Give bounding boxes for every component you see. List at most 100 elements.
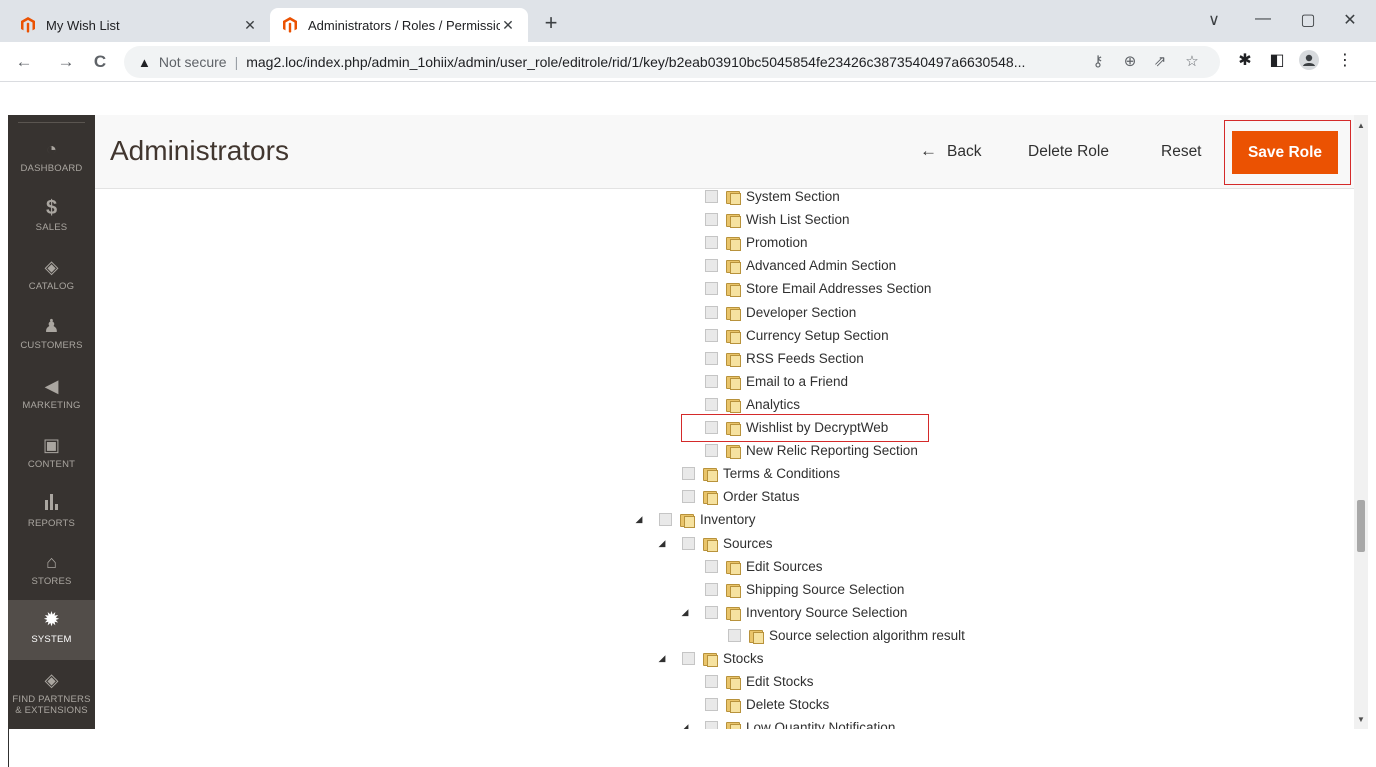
permission-checkbox[interactable]	[705, 443, 718, 457]
tree-node[interactable]: Wish List Section	[705, 209, 850, 229]
reset-button[interactable]: Reset	[1161, 143, 1202, 161]
permission-checkbox[interactable]	[682, 651, 695, 665]
sidebar-item-sales[interactable]: $ SALES	[8, 188, 95, 248]
tree-node[interactable]: Developer Section	[705, 302, 856, 322]
permission-checkbox[interactable]	[705, 189, 718, 203]
permission-checkbox[interactable]	[705, 281, 718, 295]
delete-role-button[interactable]: Delete Role	[1028, 143, 1109, 161]
permission-checkbox[interactable]	[705, 235, 718, 249]
permission-checkbox[interactable]	[705, 328, 718, 342]
sidebar-item-customers[interactable]: ♟ CUSTOMERS	[8, 306, 95, 366]
tree-node[interactable]: Terms & Conditions	[682, 463, 840, 483]
address-bar[interactable]: ▲ Not secure | mag2.loc/index.php/admin_…	[124, 46, 1220, 78]
expand-arrow-icon[interactable]: ◢	[657, 538, 667, 549]
scrollbar-thumb[interactable]	[1357, 500, 1365, 552]
permission-checkbox[interactable]	[705, 674, 718, 688]
new-tab-button[interactable]: +	[540, 12, 562, 34]
sidebar-item-stores[interactable]: ⌂ STORES	[8, 542, 95, 602]
tree-node[interactable]: Advanced Admin Section	[705, 255, 896, 275]
tree-node[interactable]: ◢ Inventory Source Selection	[682, 602, 907, 622]
star-icon[interactable]: ☆	[1182, 52, 1202, 70]
sidebar-item-system[interactable]: ✹ SYSTEM	[8, 600, 95, 660]
page-scrollbar[interactable]: ▲ ▼	[1354, 115, 1368, 729]
forward-arrow-icon[interactable]: →	[54, 50, 78, 74]
permission-checkbox[interactable]	[682, 489, 695, 503]
reload-icon[interactable]: C	[88, 50, 112, 74]
permission-checkbox[interactable]	[705, 397, 718, 411]
window-close-icon[interactable]: ✕	[1340, 10, 1360, 30]
tree-node[interactable]: Source selection algorithm result	[728, 625, 965, 645]
permission-checkbox[interactable]	[705, 605, 718, 619]
tree-node[interactable]: ◢ Stocks	[659, 648, 764, 668]
expand-arrow-icon[interactable]: ◢	[680, 607, 690, 618]
permission-checkbox[interactable]	[705, 305, 718, 319]
url-text[interactable]: mag2.loc/index.php/admin_1ohiix/admin/us…	[246, 54, 1096, 70]
tab-close-icon[interactable]: ✕	[242, 17, 258, 34]
scroll-up-arrow-icon[interactable]: ▲	[1356, 121, 1366, 130]
megaphone-icon: ◀	[44, 376, 59, 396]
back-button[interactable]: Back	[947, 143, 981, 161]
tree-node-label: Low Quantity Notification	[746, 719, 896, 730]
profile-avatar-icon[interactable]	[1298, 50, 1320, 75]
scroll-down-arrow-icon[interactable]: ▼	[1356, 715, 1366, 724]
sidebar-item-catalog[interactable]: ◈ CATALOG	[8, 247, 95, 307]
permission-checkbox[interactable]	[728, 628, 741, 642]
tree-node[interactable]: Edit Sources	[705, 556, 823, 576]
expand-arrow-icon[interactable]: ◢	[634, 514, 644, 525]
tree-node[interactable]: Promotion	[705, 232, 808, 252]
tab-search-icon[interactable]: ∨	[1204, 10, 1224, 30]
permission-checkbox[interactable]	[705, 374, 718, 388]
maximize-icon[interactable]: ▢	[1298, 10, 1318, 30]
expand-arrow-icon[interactable]: ◢	[657, 653, 667, 664]
tree-node[interactable]: System Section	[705, 186, 840, 206]
tree-node[interactable]: Email to a Friend	[705, 371, 848, 391]
minimize-icon[interactable]: —	[1253, 10, 1273, 28]
tab-administrators-roles[interactable]: Administrators / Roles / Permissic ✕	[270, 8, 528, 42]
tree-node[interactable]: RSS Feeds Section	[705, 348, 864, 368]
back-arrow-icon[interactable]: ←	[920, 141, 937, 161]
tree-node[interactable]: Order Status	[682, 486, 800, 506]
warning-triangle-icon[interactable]: ▲	[138, 55, 151, 70]
permission-checkbox[interactable]	[705, 720, 718, 729]
tree-node[interactable]: Currency Setup Section	[705, 325, 889, 345]
permission-checkbox[interactable]	[682, 466, 695, 480]
permission-checkbox[interactable]	[705, 258, 718, 272]
permission-checkbox[interactable]	[705, 559, 718, 573]
expand-arrow-icon[interactable]: ◢	[680, 722, 690, 730]
sidebar-item-dashboard[interactable]: ◔ DASHBOARD	[8, 129, 95, 189]
more-menu-icon[interactable]: ⋮	[1334, 50, 1356, 70]
tree-node-label: Wish List Section	[746, 211, 850, 227]
tab-close-icon[interactable]: ✕	[500, 17, 516, 34]
tree-node[interactable]: Store Email Addresses Section	[705, 278, 931, 298]
folder-icon	[748, 629, 764, 644]
tree-node[interactable]: ◢ Inventory	[636, 509, 756, 529]
permission-checkbox[interactable]	[705, 697, 718, 711]
folder-icon	[702, 490, 718, 505]
tree-node[interactable]: Delete Stocks	[705, 694, 829, 714]
tab-my-wish-list[interactable]: My Wish List ✕	[8, 8, 270, 42]
permission-checkbox[interactable]	[705, 582, 718, 596]
tree-node[interactable]: ◢ Sources	[659, 533, 773, 553]
permission-checkbox[interactable]	[705, 351, 718, 365]
separator: |	[234, 54, 239, 70]
side-panel-icon[interactable]: ◧	[1266, 50, 1288, 70]
tree-node[interactable]: ◢ Low Quantity Notification	[682, 717, 896, 730]
tree-node[interactable]: New Relic Reporting Section	[705, 440, 918, 460]
sidebar-item-reports[interactable]: REPORTS	[8, 484, 95, 544]
sidebar-item-marketing[interactable]: ◀ MARKETING	[8, 366, 95, 426]
tree-node[interactable]: Analytics	[705, 394, 800, 414]
extensions-puzzle-icon[interactable]: ✱	[1234, 50, 1256, 70]
back-arrow-icon[interactable]: ←	[12, 50, 36, 74]
permission-checkbox[interactable]	[659, 512, 672, 526]
sidebar-item-content[interactable]: ▣ CONTENT	[8, 425, 95, 485]
permission-checkbox[interactable]	[682, 536, 695, 550]
sidebar-item-find-partners[interactable]: ◈ FIND PARTNERS & EXTENSIONS	[8, 660, 95, 729]
zoom-icon[interactable]: ⊕	[1120, 52, 1140, 70]
magento-admin: ◔ DASHBOARD $ SALES ◈ CATALOG ♟ CUSTOMER…	[8, 115, 1368, 729]
permission-checkbox[interactable]	[705, 212, 718, 226]
share-icon[interactable]: ⇗	[1150, 52, 1170, 70]
key-icon[interactable]: ⚷	[1088, 52, 1108, 70]
tree-node[interactable]: Shipping Source Selection	[705, 579, 904, 599]
folder-icon	[725, 259, 741, 274]
tree-node[interactable]: Edit Stocks	[705, 671, 814, 691]
